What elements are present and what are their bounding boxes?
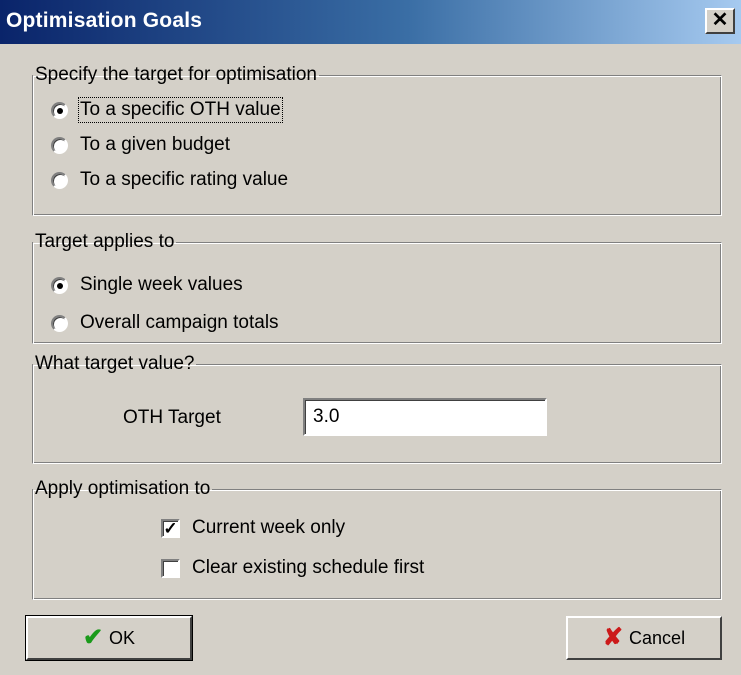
apply-group: Apply optimisation to ✓ Current week onl…	[32, 479, 722, 600]
value-group-legend: What target value?	[35, 353, 195, 374]
ok-button[interactable]: ✔ OK	[25, 615, 193, 661]
checkbox-label: Clear existing schedule first	[192, 557, 425, 578]
radio-label: To a specific OTH value	[78, 97, 283, 123]
value-group: What target value? OTH Target 3.0	[32, 354, 722, 464]
radio-button[interactable]	[51, 171, 68, 189]
close-icon: ✕	[711, 9, 729, 31]
x-icon: ✘	[602, 624, 624, 651]
radio-label: To a given budget	[80, 134, 231, 155]
radio-label: Single week values	[80, 274, 243, 295]
radio-button[interactable]	[51, 136, 68, 154]
check-icon: ✔	[82, 624, 104, 651]
oth-target-value: 3.0	[313, 406, 340, 427]
apply-group-legend: Apply optimisation to	[35, 478, 211, 499]
cancel-label: Cancel	[629, 627, 686, 648]
radio-label: Overall campaign totals	[80, 312, 279, 333]
checkbox-label: Current week only	[192, 517, 346, 538]
radio-overall-campaign[interactable]: Overall campaign totals	[51, 310, 279, 336]
applies-group: Target applies to Single week values Ove…	[32, 232, 722, 344]
close-button[interactable]: ✕	[705, 8, 735, 34]
radio-label: To a specific rating value	[80, 169, 289, 190]
ok-label: OK	[109, 627, 136, 648]
radio-button[interactable]	[51, 314, 68, 332]
checkbox-checked[interactable]: ✓	[161, 518, 180, 538]
radio-button-selected[interactable]	[51, 101, 68, 119]
oth-target-label: OTH Target	[123, 407, 221, 428]
checkbox[interactable]	[161, 558, 180, 578]
applies-group-legend: Target applies to	[35, 231, 175, 252]
title-bar: Optimisation Goals ✕	[0, 0, 741, 44]
target-group-legend: Specify the target for optimisation	[35, 64, 317, 85]
checkbox-clear-schedule[interactable]: Clear existing schedule first	[161, 555, 424, 581]
radio-specific-oth[interactable]: To a specific OTH value	[51, 97, 283, 123]
oth-target-input[interactable]: 3.0	[303, 398, 547, 436]
window-title: Optimisation Goals	[6, 9, 203, 32]
checkbox-current-week[interactable]: ✓ Current week only	[161, 515, 345, 541]
radio-given-budget[interactable]: To a given budget	[51, 132, 230, 158]
radio-specific-rating[interactable]: To a specific rating value	[51, 167, 288, 193]
radio-button-selected[interactable]	[51, 276, 68, 294]
cancel-button[interactable]: ✘ Cancel	[566, 616, 722, 660]
radio-single-week[interactable]: Single week values	[51, 272, 243, 298]
target-group: Specify the target for optimisation To a…	[32, 65, 722, 216]
